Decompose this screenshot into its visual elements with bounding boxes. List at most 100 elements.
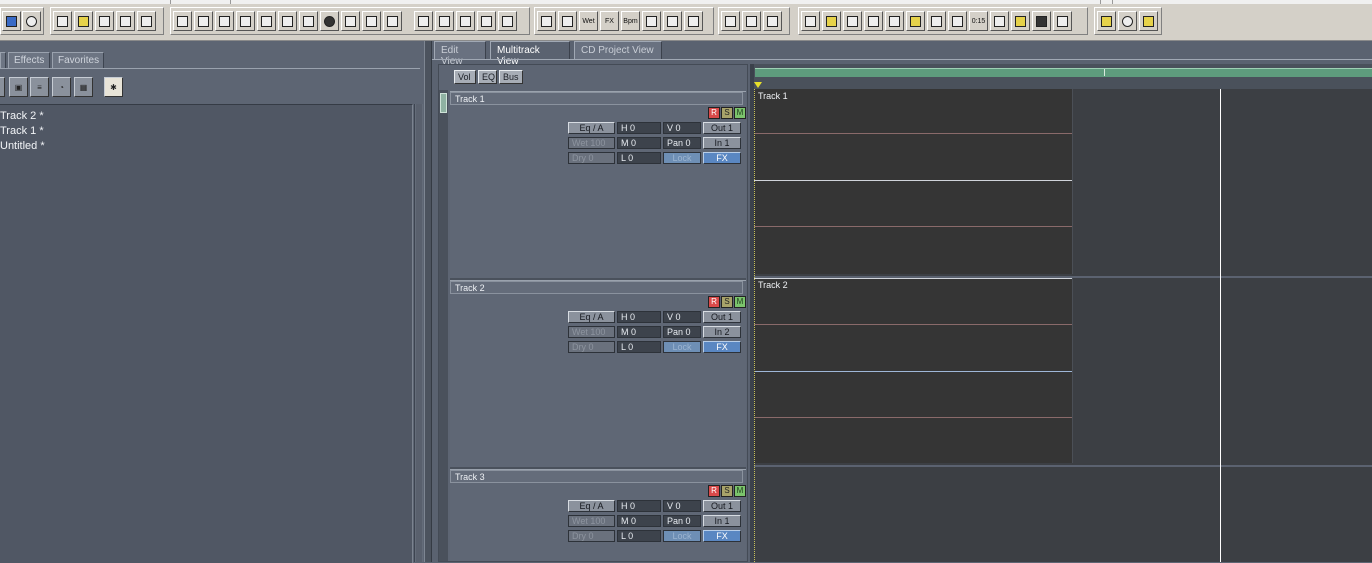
- fx-button[interactable]: FX: [703, 530, 741, 542]
- window-info-button[interactable]: [885, 11, 904, 31]
- volume-field[interactable]: V 0: [663, 311, 701, 323]
- show-envelopes-button[interactable]: [498, 11, 517, 31]
- lock-button[interactable]: Lock: [663, 341, 701, 353]
- tab-favorites[interactable]: Favorites: [52, 52, 104, 68]
- multitrack-mode-button[interactable]: [2, 11, 21, 31]
- autoplay-toggle[interactable]: ✱: [104, 77, 123, 97]
- merge-button[interactable]: [299, 11, 318, 31]
- track-name[interactable]: Track 3: [450, 470, 743, 483]
- tab-multitrack-view[interactable]: Multitrack View: [490, 41, 570, 67]
- effects-favorite-button[interactable]: [1097, 11, 1116, 31]
- record-arm-button[interactable]: R: [708, 296, 720, 308]
- tab-cd-project-view[interactable]: CD Project View: [574, 41, 662, 59]
- mute-button[interactable]: M: [734, 107, 746, 119]
- playback-cursor[interactable]: [1220, 89, 1221, 562]
- lock-button[interactable]: Lock: [663, 530, 701, 542]
- window-effects-button[interactable]: [822, 11, 841, 31]
- track-lane-2[interactable]: Track 2: [754, 278, 1372, 467]
- list-item[interactable]: Track 2 *: [0, 110, 44, 124]
- trim-button[interactable]: [278, 11, 297, 31]
- bpm-button[interactable]: Bpm: [621, 11, 640, 31]
- zoom-button[interactable]: [642, 11, 661, 31]
- time-ruler[interactable]: [754, 64, 1372, 89]
- snap-button[interactable]: [558, 11, 577, 31]
- open-file-button[interactable]: [74, 11, 93, 31]
- new-file-button[interactable]: [53, 11, 72, 31]
- help-button[interactable]: [1139, 11, 1158, 31]
- close-file-button[interactable]: ▣: [9, 77, 28, 97]
- print-button[interactable]: [95, 11, 114, 31]
- window-selection-button[interactable]: [990, 11, 1009, 31]
- mid-eq-field[interactable]: M 0: [617, 326, 661, 338]
- fit-button[interactable]: [663, 11, 682, 31]
- cd-mode-button[interactable]: [22, 11, 41, 31]
- high-eq-field[interactable]: H 0: [617, 500, 661, 512]
- envelope-volume-button[interactable]: [414, 11, 433, 31]
- panel-splitter[interactable]: [424, 41, 432, 562]
- window-transport-button[interactable]: [801, 11, 820, 31]
- eq-button[interactable]: Eq / A: [568, 311, 615, 323]
- import-button[interactable]: ▭: [0, 77, 5, 97]
- save-all-button[interactable]: [137, 11, 156, 31]
- envelope-fx-button[interactable]: [456, 11, 475, 31]
- list-item[interactable]: Track 1 *: [0, 125, 44, 139]
- audio-clip[interactable]: Track 2: [754, 278, 1073, 463]
- lock-button[interactable]: Lock: [663, 152, 701, 164]
- low-eq-field[interactable]: L 0: [617, 341, 661, 353]
- eq-button[interactable]: Eq / A: [568, 122, 615, 134]
- edit-wave-button[interactable]: [236, 11, 255, 31]
- insert-into-multitrack-button[interactable]: ≡: [30, 77, 49, 97]
- input-button[interactable]: In 1: [703, 137, 741, 149]
- window-cue-button[interactable]: [906, 11, 925, 31]
- low-eq-field[interactable]: L 0: [617, 530, 661, 542]
- track-name[interactable]: Track 1: [450, 92, 743, 105]
- db-view-button[interactable]: [537, 11, 556, 31]
- fx-button[interactable]: FX: [703, 341, 741, 353]
- group-button[interactable]: [341, 11, 360, 31]
- playhead-marker-icon[interactable]: [754, 82, 762, 88]
- time-select-tool-button[interactable]: [742, 11, 761, 31]
- tab-effects[interactable]: Effects: [8, 52, 50, 68]
- mid-eq-field[interactable]: M 0: [617, 137, 661, 149]
- track-lane-3[interactable]: [754, 467, 1372, 562]
- window-mixer-button[interactable]: [864, 11, 883, 31]
- pan-field[interactable]: Pan 0: [663, 137, 701, 149]
- track-name[interactable]: Track 2: [450, 281, 743, 294]
- vol-view-button[interactable]: Vol: [454, 70, 476, 84]
- pan-field[interactable]: Pan 0: [663, 515, 701, 527]
- solo-button[interactable]: S: [721, 107, 733, 119]
- window-zoom-button[interactable]: [948, 11, 967, 31]
- wet-envelope-button[interactable]: Wet: [579, 11, 598, 31]
- mix-down-button[interactable]: [194, 11, 213, 31]
- file-list-scrollbar[interactable]: [414, 104, 423, 562]
- low-eq-field[interactable]: L 0: [617, 152, 661, 164]
- tab-edit-view[interactable]: Edit View: [434, 41, 486, 67]
- fx-envelope-button[interactable]: FX: [600, 11, 619, 31]
- volume-field[interactable]: V 0: [663, 122, 701, 134]
- envelope-pan-button[interactable]: [435, 11, 454, 31]
- edit-file-button[interactable]: ▦: [74, 77, 93, 97]
- play-file-button[interactable]: ◔: [52, 77, 71, 97]
- zoom-range-bar[interactable]: [755, 68, 1372, 77]
- output-button[interactable]: Out 1: [703, 500, 741, 512]
- tab-files[interactable]: [0, 52, 6, 68]
- scroll-thumb[interactable]: [440, 93, 447, 113]
- track-scrollbar[interactable]: [439, 90, 448, 561]
- high-eq-field[interactable]: H 0: [617, 122, 661, 134]
- snap-cues-button[interactable]: [684, 11, 703, 31]
- mid-eq-field[interactable]: M 0: [617, 515, 661, 527]
- select-tool-button[interactable]: [721, 11, 740, 31]
- window-play-button[interactable]: [927, 11, 946, 31]
- window-time-button[interactable]: 0:15: [969, 11, 988, 31]
- mute-button[interactable]: M: [734, 296, 746, 308]
- web-button[interactable]: [1118, 11, 1137, 31]
- audio-clip[interactable]: Track 1: [754, 89, 1073, 274]
- save-button[interactable]: [116, 11, 135, 31]
- align-button[interactable]: [383, 11, 402, 31]
- multitrack-timeline[interactable]: Track 1 Track 2: [754, 64, 1372, 562]
- solo-button[interactable]: S: [721, 485, 733, 497]
- output-button[interactable]: Out 1: [703, 311, 741, 323]
- window-meter-button[interactable]: [1011, 11, 1030, 31]
- move-tool-button[interactable]: [763, 11, 782, 31]
- track-lane-1[interactable]: Track 1: [754, 89, 1372, 278]
